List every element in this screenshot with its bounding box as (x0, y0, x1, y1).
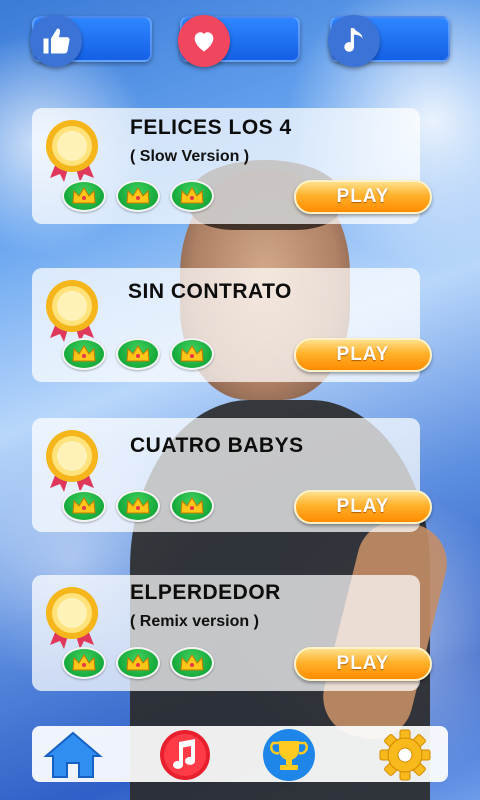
medal-icon (46, 280, 98, 342)
song-card: SIN CONTRATO PLAY (32, 268, 432, 382)
music-app-icon (160, 730, 210, 780)
song-subtitle: ( Slow Version ) (130, 148, 250, 165)
crown-rating (62, 180, 214, 212)
medal-icon (46, 430, 98, 492)
play-button[interactable]: PLAY (294, 647, 432, 681)
home-icon (43, 731, 103, 778)
medal-icon (46, 587, 98, 649)
crown-rating (62, 647, 214, 679)
crown-icon (62, 338, 106, 370)
song-card: ELPERDEDOR ( Remix version ) PLAY (32, 575, 432, 691)
crown-icon (170, 180, 214, 212)
bottom-nav (32, 726, 448, 782)
crown-rating (62, 338, 214, 370)
play-button[interactable]: PLAY (294, 338, 432, 372)
crown-icon (116, 647, 160, 679)
crown-icon (116, 338, 160, 370)
music-note-icon (328, 15, 380, 67)
crown-icon (116, 490, 160, 522)
song-card: FELICES LOS 4 ( Slow Version ) PLAY (32, 108, 432, 224)
gear-icon (379, 729, 431, 781)
thumbs-up-icon (30, 15, 82, 67)
crown-icon (116, 180, 160, 212)
like-button[interactable] (30, 15, 152, 67)
crown-icon (62, 647, 106, 679)
music-button[interactable] (328, 15, 450, 67)
song-title: SIN CONTRATO (128, 280, 292, 303)
song-card: CUATRO BABYS PLAY (32, 418, 432, 532)
medal-icon (46, 120, 98, 182)
crown-rating (62, 490, 214, 522)
trophy-icon (263, 729, 315, 781)
song-subtitle: ( Remix version ) (130, 613, 259, 630)
song-title: ELPERDEDOR (130, 581, 281, 604)
home-button[interactable] (42, 728, 104, 782)
crown-icon (170, 338, 214, 370)
crown-icon (62, 180, 106, 212)
top-bar (30, 14, 452, 67)
crown-icon (170, 647, 214, 679)
play-button[interactable]: PLAY (294, 490, 432, 524)
play-button[interactable]: PLAY (294, 180, 432, 214)
song-title: CUATRO BABYS (130, 434, 304, 457)
trophy-button[interactable] (258, 728, 320, 782)
song-title: FELICES LOS 4 (130, 116, 292, 139)
settings-button[interactable] (374, 728, 436, 782)
music-app-button[interactable] (154, 728, 216, 782)
favorite-button[interactable] (178, 15, 300, 67)
heart-icon (178, 15, 230, 67)
crown-icon (62, 490, 106, 522)
crown-icon (170, 490, 214, 522)
